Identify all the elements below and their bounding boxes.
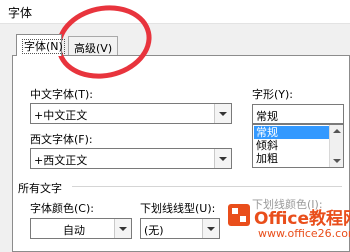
chinese-font-label: 中文字体(T): bbox=[30, 88, 94, 101]
scroll-up-icon[interactable] bbox=[333, 129, 341, 133]
chevron-down-icon[interactable] bbox=[202, 219, 219, 238]
underline-style-value: (无) bbox=[144, 224, 164, 237]
font-color-label: 字体颜色(C): bbox=[30, 202, 94, 215]
chinese-font-value: +中文正文 bbox=[34, 109, 88, 122]
watermark-logo-icon bbox=[228, 204, 250, 226]
all-text-section-label: 所有文字 bbox=[18, 182, 62, 195]
list-item[interactable]: 加粗 bbox=[254, 152, 329, 165]
font-color-combo[interactable]: 自动 bbox=[30, 218, 132, 239]
chevron-down-icon[interactable] bbox=[114, 219, 131, 238]
tab-advanced-label: 高级(V) bbox=[74, 42, 113, 55]
font-style-label: 字形(Y): bbox=[252, 88, 294, 101]
font-color-value: 自动 bbox=[63, 224, 85, 237]
chinese-font-combo[interactable]: +中文正文 bbox=[30, 103, 232, 124]
list-item[interactable]: 倾斜 bbox=[254, 139, 329, 152]
scrollbar[interactable] bbox=[329, 125, 343, 167]
font-style-value: 常规 bbox=[256, 110, 278, 123]
western-font-value: +西文正文 bbox=[34, 154, 88, 167]
font-style-input[interactable]: 常规 bbox=[252, 104, 344, 124]
list-item[interactable]: 常规 bbox=[254, 126, 329, 139]
chevron-down-icon[interactable] bbox=[214, 104, 231, 123]
tab-font-label: 字体(N) bbox=[22, 39, 65, 54]
chevron-down-icon[interactable] bbox=[214, 149, 231, 168]
watermark-subtitle: www.office26.com bbox=[258, 227, 350, 240]
watermark-title: Office教程网 bbox=[254, 209, 350, 229]
underline-style-label: 下划线线型(U): bbox=[140, 202, 216, 215]
tab-font[interactable]: 字体(N) bbox=[16, 34, 65, 56]
tab-advanced[interactable]: 高级(V) bbox=[68, 36, 118, 55]
underline-style-combo[interactable]: (无) bbox=[140, 218, 220, 239]
dialog-title: 字体 bbox=[8, 6, 33, 20]
western-font-label: 西文字体(F): bbox=[30, 133, 93, 146]
font-style-list[interactable]: 常规 倾斜 加粗 bbox=[252, 124, 344, 168]
western-font-combo[interactable]: +西文正文 bbox=[30, 148, 232, 169]
dialog-titlebar: 字体 bbox=[0, 0, 350, 24]
scroll-down-icon[interactable] bbox=[333, 159, 341, 163]
section-divider bbox=[72, 186, 342, 187]
